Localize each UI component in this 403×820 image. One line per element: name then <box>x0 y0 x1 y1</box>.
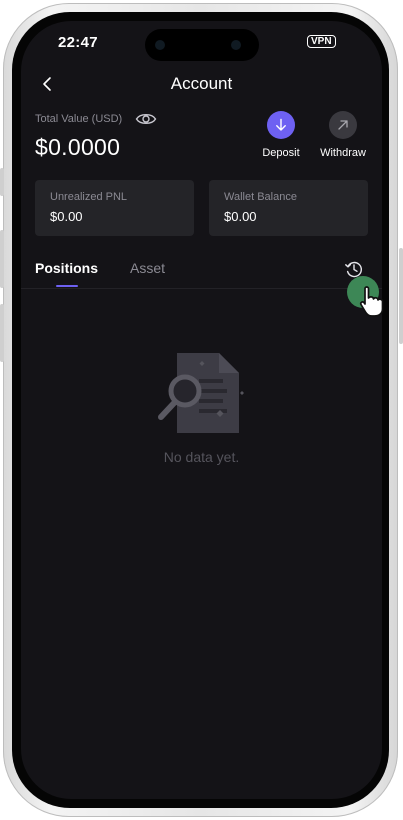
deposit-label: Deposit <box>262 147 300 159</box>
side-button-volume-up <box>0 230 4 288</box>
active-tab-indicator <box>56 285 78 287</box>
total-value-label: Total Value (USD) <box>35 113 123 125</box>
status-time: 22:47 <box>58 34 98 51</box>
total-value-amount: $0.0000 <box>35 134 121 160</box>
withdraw-button[interactable]: Withdraw <box>313 111 373 159</box>
side-button-volume-down <box>0 304 4 362</box>
deposit-circle <box>267 111 295 139</box>
page-title: Account <box>170 74 233 93</box>
unrealized-pnl-label: Unrealized PNL <box>50 191 128 203</box>
wallet-balance-label: Wallet Balance <box>224 191 297 203</box>
unrealized-pnl-card: Unrealized PNL $0.00 <box>35 180 194 236</box>
tab-asset[interactable]: Asset <box>130 260 165 276</box>
empty-state-text: No data yet. <box>163 449 240 465</box>
side-button-power <box>399 248 403 344</box>
withdraw-circle <box>329 111 357 139</box>
unrealized-pnl-value: $0.00 <box>50 209 83 224</box>
app-screen: 22:47 VPN Account Total Value (USD) $0.0… <box>21 21 382 799</box>
eye-icon[interactable] <box>135 110 157 128</box>
deposit-button[interactable]: Deposit <box>251 111 311 159</box>
camera-icon <box>155 40 165 50</box>
side-button-action <box>0 168 4 196</box>
document-search-icon <box>158 353 244 433</box>
wallet-balance-value: $0.00 <box>224 209 257 224</box>
dynamic-island <box>145 29 259 61</box>
withdraw-label: Withdraw <box>320 147 366 159</box>
sensor-icon <box>231 40 241 50</box>
tab-positions[interactable]: Positions <box>35 260 98 276</box>
arrow-up-right-icon <box>338 120 348 130</box>
tab-divider <box>21 288 382 289</box>
wallet-balance-card: Wallet Balance $0.00 <box>209 180 368 236</box>
vpn-badge: VPN <box>307 35 336 48</box>
hand-pointer-icon <box>359 286 384 317</box>
arrow-down-icon <box>276 118 286 131</box>
